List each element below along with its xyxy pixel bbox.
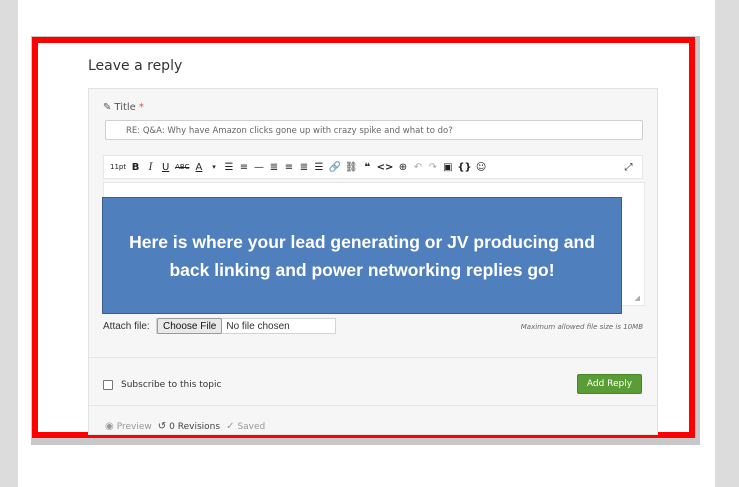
divider	[89, 357, 657, 358]
link-icon[interactable]: 🔗	[328, 159, 340, 175]
bullet-list-icon[interactable]: ☰	[223, 159, 234, 175]
quote-icon[interactable]: ❝	[362, 159, 373, 175]
template-icon[interactable]: {}	[457, 159, 471, 175]
choose-file-button[interactable]: Choose File	[157, 318, 223, 334]
color-dropdown-icon[interactable]: ▾	[208, 159, 219, 175]
callout-box: Here is where your lead generating or JV…	[102, 197, 622, 314]
insert-icon[interactable]: ⊕	[397, 159, 408, 175]
subscribe-label[interactable]: Subscribe to this topic	[121, 380, 221, 390]
code-icon[interactable]: <>	[377, 159, 394, 175]
subscribe-checkbox[interactable]	[103, 380, 113, 390]
text-color-icon[interactable]: A	[193, 159, 204, 175]
title-label-text: Title	[114, 102, 136, 113]
max-file-size-note: Maximum allowed file size is 10MB	[520, 323, 643, 331]
unlink-icon[interactable]: ⛓	[345, 159, 358, 175]
align-left-icon[interactable]: ≣	[268, 159, 279, 175]
expand-icon[interactable]: ⤢	[623, 159, 634, 175]
check-icon: ✓	[226, 421, 235, 432]
add-reply-button[interactable]: Add Reply	[577, 374, 642, 394]
history-icon: ↺	[157, 421, 167, 432]
redo-icon[interactable]: ↷	[427, 159, 438, 175]
justify-icon[interactable]: ☰	[313, 159, 324, 175]
eye-icon: ◉	[105, 421, 114, 432]
required-marker: *	[138, 102, 144, 113]
attach-file-label: Attach file:	[103, 321, 150, 332]
editor-toolbar: 11pt B I U ABC A ▾ ☰ ≡ — ≣ ≡ ≣ ☰ 🔗 ⛓ ❝ <…	[103, 155, 643, 179]
preview-label: Preview	[116, 421, 152, 432]
title-input[interactable]: RE: Q&A: Why have Amazon clicks gone up …	[105, 120, 643, 140]
resize-grip-icon[interactable]: ◢	[635, 294, 640, 302]
highlight-frame: Leave a reply ✎ Title * RE: Q&A: Why hav…	[32, 37, 695, 438]
saved-label: Saved	[237, 421, 266, 432]
bold-icon[interactable]: B	[130, 159, 141, 175]
font-size-select[interactable]: 11pt	[110, 159, 126, 175]
revisions-button[interactable]: ↺ 0 Revisions	[158, 421, 220, 432]
italic-icon[interactable]: I	[145, 159, 156, 175]
title-label: ✎ Title *	[103, 102, 144, 113]
file-input[interactable]: Choose File No file chosen	[156, 318, 336, 334]
align-center-icon[interactable]: ≡	[283, 159, 294, 175]
divider	[89, 405, 657, 406]
file-status: No file chosen	[226, 320, 290, 332]
align-right-icon[interactable]: ≣	[298, 159, 309, 175]
underline-icon[interactable]: U	[160, 159, 171, 175]
reply-form: ✎ Title * RE: Q&A: Why have Amazon click…	[88, 88, 658, 435]
pencil-icon: ✎	[103, 102, 112, 113]
callout-text: Here is where your lead generating or JV…	[129, 231, 595, 280]
preview-button[interactable]: ◉ Preview	[105, 421, 152, 432]
horizontal-rule-icon[interactable]: —	[253, 159, 264, 175]
emoji-icon[interactable]: ☺	[476, 159, 487, 175]
paste-icon[interactable]: ▣	[442, 159, 453, 175]
undo-icon[interactable]: ↶	[412, 159, 423, 175]
leave-reply-heading: Leave a reply	[88, 58, 183, 74]
numbered-list-icon[interactable]: ≡	[238, 159, 249, 175]
strikethrough-icon[interactable]: ABC	[175, 159, 189, 175]
subscribe-row: Subscribe to this topic	[103, 380, 221, 390]
editor-footer: ◉ Preview ↺ 0 Revisions ✓ Saved	[105, 421, 265, 432]
saved-status: ✓ Saved	[226, 421, 265, 432]
revisions-label: 0 Revisions	[169, 421, 221, 432]
